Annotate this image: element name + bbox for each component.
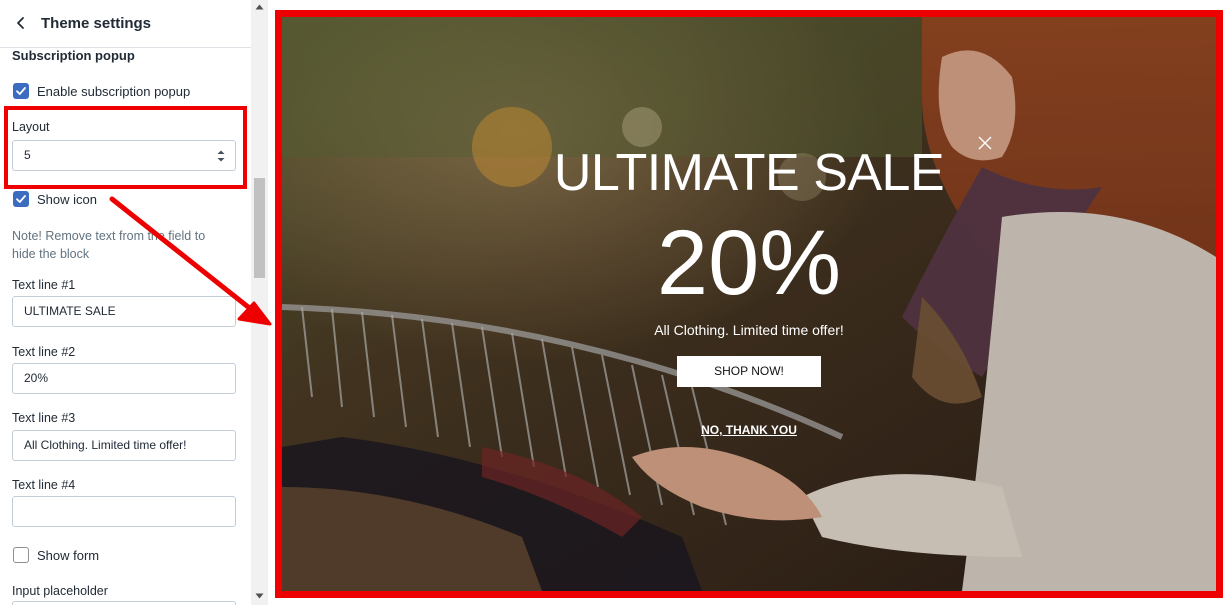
text-line-1-input[interactable]: ULTIMATE SALE bbox=[12, 296, 236, 327]
text-line-2-input[interactable]: 20% bbox=[12, 363, 236, 394]
text-line-2-label: Text line #2 bbox=[12, 345, 76, 359]
text-line-1-label: Text line #1 bbox=[12, 278, 76, 292]
sidebar-title: Theme settings bbox=[41, 15, 152, 32]
scroll-down-icon[interactable] bbox=[255, 593, 264, 599]
scroll-up-icon[interactable] bbox=[255, 4, 264, 10]
sidebar-header: Theme settings bbox=[0, 0, 251, 48]
shop-now-button[interactable]: SHOP NOW! bbox=[677, 356, 821, 387]
show-icon-checkbox[interactable] bbox=[13, 191, 29, 207]
back-button[interactable] bbox=[10, 12, 32, 34]
no-thank-you-link[interactable]: NO, THANK YOU bbox=[282, 423, 1216, 437]
checkmark-icon bbox=[16, 195, 26, 203]
popup-preview-frame: ULTIMATE SALE 20% All Clothing. Limited … bbox=[275, 10, 1223, 598]
text-line-3-label: Text line #3 bbox=[12, 411, 76, 425]
sidebar-scrollbar[interactable] bbox=[251, 0, 268, 605]
show-form-checkbox[interactable] bbox=[13, 547, 29, 563]
show-icon-label: Show icon bbox=[37, 192, 97, 207]
checkmark-icon bbox=[16, 87, 26, 95]
input-placeholder-input[interactable] bbox=[12, 601, 236, 605]
chevron-left-icon bbox=[17, 17, 24, 29]
help-note: Note! Remove text from the field to hide… bbox=[12, 229, 206, 261]
popup-discount: 20% bbox=[656, 212, 842, 314]
text-line-4-label: Text line #4 bbox=[12, 478, 76, 492]
text-line-3-input[interactable]: All Clothing. Limited time offer! bbox=[12, 430, 236, 461]
layout-highlight-box bbox=[4, 106, 247, 189]
text-line-4-input[interactable] bbox=[12, 496, 236, 527]
popup-subtitle: All Clothing. Limited time offer! bbox=[654, 322, 844, 338]
section-title: Subscription popup bbox=[12, 48, 135, 63]
input-placeholder-label: Input placeholder bbox=[12, 584, 108, 598]
enable-popup-checkbox[interactable] bbox=[13, 83, 29, 99]
enable-popup-label: Enable subscription popup bbox=[37, 84, 191, 99]
settings-sidebar: Theme settings Subscription popup Enable… bbox=[0, 0, 251, 605]
scroll-thumb[interactable] bbox=[254, 178, 265, 278]
popup-title: ULTIMATE SALE bbox=[553, 144, 945, 202]
show-form-label: Show form bbox=[37, 548, 100, 563]
